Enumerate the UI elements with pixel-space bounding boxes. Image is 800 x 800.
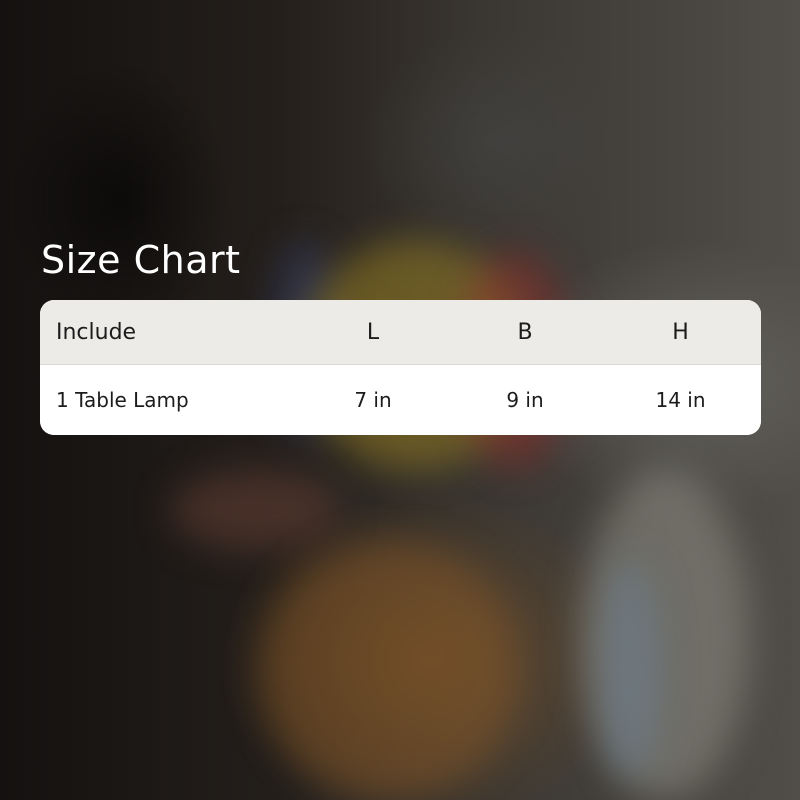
column-header-include: Include bbox=[56, 319, 137, 345]
plate-blur bbox=[170, 470, 340, 550]
cell-item: 1 Table Lamp bbox=[56, 388, 189, 412]
size-chart-table: Include L B H 1 Table Lamp 7 in 9 in 14 … bbox=[40, 300, 761, 435]
page-title: Size Chart bbox=[41, 238, 241, 282]
cell-breadth: 9 in bbox=[506, 388, 544, 412]
column-header-breadth: B bbox=[517, 319, 533, 345]
cell-length: 7 in bbox=[354, 388, 392, 412]
box-blur bbox=[600, 560, 660, 780]
table-row: 1 Table Lamp 7 in 9 in 14 in bbox=[40, 365, 761, 435]
column-header-height: H bbox=[672, 319, 689, 345]
column-header-length: L bbox=[366, 319, 380, 345]
chair-blur bbox=[260, 540, 520, 800]
table-header-row: Include L B H bbox=[40, 300, 761, 365]
cell-height: 14 in bbox=[655, 388, 706, 412]
